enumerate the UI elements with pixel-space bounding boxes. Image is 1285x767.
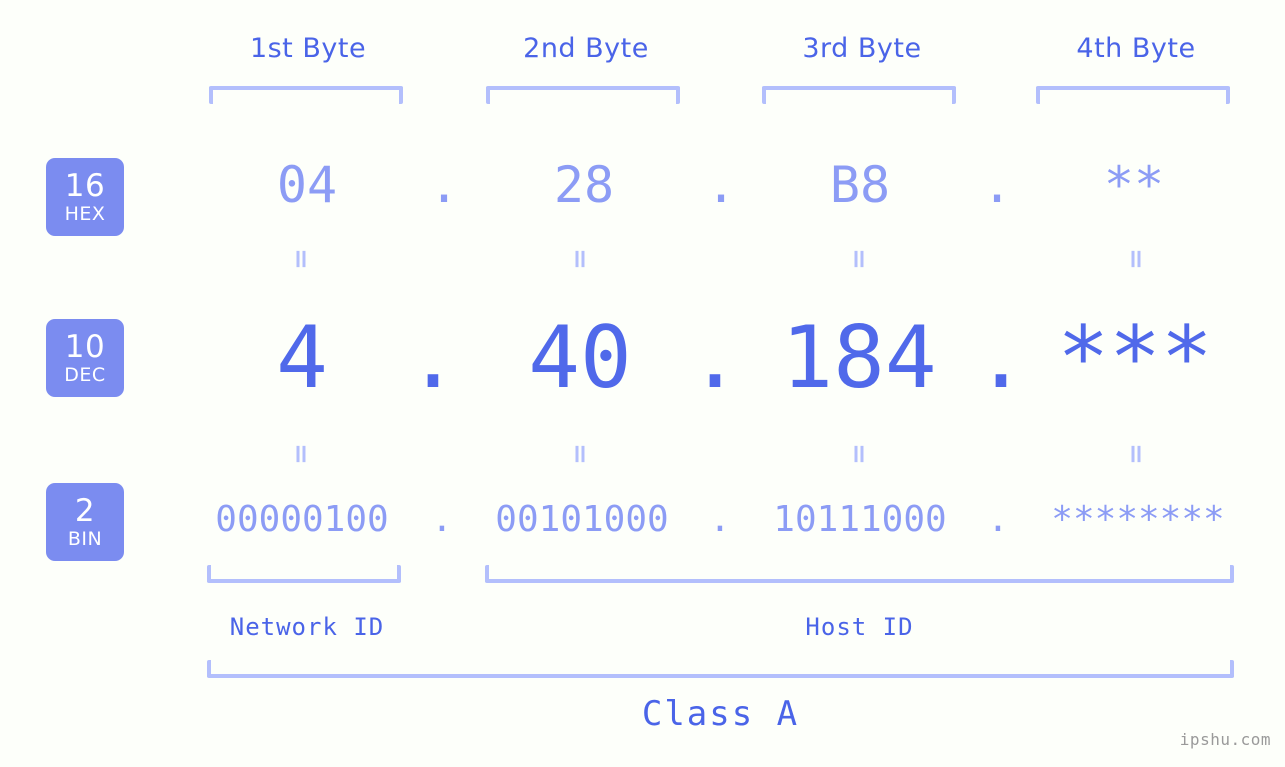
base-badge-hex-number: 16 (64, 167, 106, 204)
hex-separator-1: . (428, 156, 460, 214)
equals-connector-hex-dec-4: = (1121, 248, 1151, 270)
dec-octet-1: 4 (276, 308, 328, 408)
byte-header-4: 4th Byte (1076, 33, 1196, 64)
host-id-bracket (485, 565, 1234, 583)
dec-separator-1: . (407, 308, 459, 408)
hex-octet-4: ** (1103, 156, 1165, 214)
host-id-label: Host ID (805, 613, 914, 641)
byte-bracket-3 (762, 86, 956, 104)
bin-separator-1: . (431, 499, 453, 540)
equals-connector-dec-bin-2: = (565, 443, 595, 465)
byte-bracket-2 (486, 86, 680, 104)
equals-connector-hex-dec-3: = (844, 248, 874, 270)
dec-octet-4: *** (1057, 308, 1213, 408)
bin-separator-3: . (987, 499, 1009, 540)
hex-octet-3: B8 (829, 156, 891, 214)
bin-separator-2: . (709, 499, 731, 540)
base-badge-bin: 2 BIN (46, 483, 124, 561)
base-badge-dec-number: 10 (64, 328, 106, 365)
byte-bracket-1 (209, 86, 403, 104)
hex-octet-1: 04 (276, 156, 338, 214)
equals-connector-dec-bin-3: = (844, 443, 874, 465)
bin-octet-2: 00101000 (495, 499, 669, 540)
equals-connector-hex-dec-2: = (565, 248, 595, 270)
byte-header-1: 1st Byte (249, 33, 367, 64)
bin-octet-4: ******** (1051, 499, 1225, 540)
base-badge-hex-abbr: HEX (64, 202, 106, 225)
base-badge-dec-abbr: DEC (64, 363, 106, 386)
dec-separator-3: . (975, 308, 1027, 408)
network-id-label: Network ID (229, 613, 385, 641)
hex-octet-2: 28 (553, 156, 615, 214)
byte-header-2: 2nd Byte (523, 33, 649, 64)
byte-bracket-4 (1036, 86, 1230, 104)
dec-octet-2: 40 (528, 308, 632, 408)
ip-address-breakdown-diagram: 1st Byte 2nd Byte 3rd Byte 4th Byte 16 H… (0, 0, 1285, 767)
network-id-bracket (207, 565, 401, 583)
bin-octet-1: 00000100 (215, 499, 389, 540)
bin-octet-3: 10111000 (773, 499, 947, 540)
base-badge-hex: 16 HEX (46, 158, 124, 236)
dec-separator-2: . (689, 308, 741, 408)
hex-separator-3: . (981, 156, 1013, 214)
hex-separator-2: . (705, 156, 737, 214)
base-badge-dec: 10 DEC (46, 319, 124, 397)
base-badge-bin-number: 2 (74, 492, 96, 529)
byte-header-3: 3rd Byte (802, 33, 922, 64)
equals-connector-dec-bin-1: = (286, 443, 316, 465)
class-label: Class A (641, 694, 800, 734)
class-bracket (207, 660, 1234, 678)
equals-connector-dec-bin-4: = (1121, 443, 1151, 465)
equals-connector-hex-dec-1: = (286, 248, 316, 270)
site-watermark: ipshu.com (1179, 730, 1271, 749)
base-badge-bin-abbr: BIN (67, 527, 103, 550)
dec-octet-3: 184 (781, 308, 937, 408)
